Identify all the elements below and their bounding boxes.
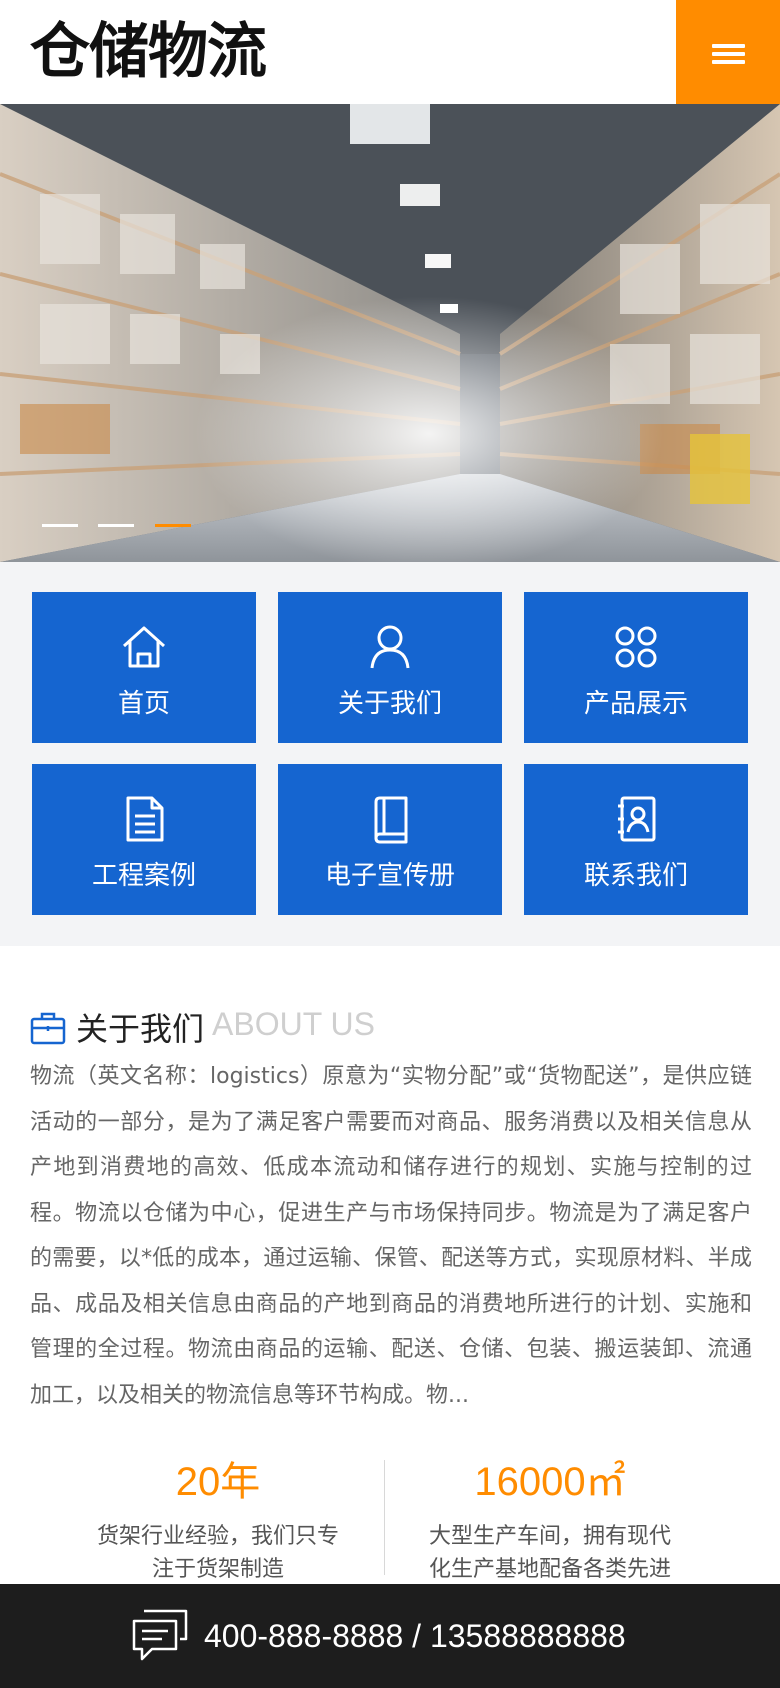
slide-dot-2[interactable] (98, 524, 134, 527)
tile-cases[interactable]: 工程案例 (32, 764, 256, 915)
tile-about[interactable]: 关于我们 (278, 592, 502, 743)
tile-label: 关于我们 (337, 689, 442, 719)
book-icon (374, 796, 408, 844)
chat-bubble-icon (132, 1609, 188, 1661)
grid-icon (615, 626, 657, 668)
document-icon (126, 796, 164, 842)
about-description: 物流（英文名称：logistics）原意为“实物分配”或“货物配送”，是供应链活… (30, 1064, 752, 1408)
tile-products[interactable]: 产品展示 (524, 592, 748, 743)
tile-brochure[interactable]: 电子宣传册 (278, 764, 502, 915)
footer-contact-bar[interactable]: 400-888-8888 / 13588888888 (0, 1584, 780, 1688)
about-title-en: ABOUT US (212, 1006, 375, 1042)
tile-label: 工程案例 (91, 861, 196, 891)
stat-experience: 20年 货架行业经验，我们只专注于货架制造 (68, 1452, 368, 1586)
hamburger-menu-icon (712, 44, 745, 48)
slide-dot-1[interactable] (42, 524, 78, 527)
phone-number[interactable]: 400-888-8888 / 13588888888 (204, 1612, 626, 1660)
user-icon (370, 625, 410, 669)
stat-description: 货架行业经验，我们只专注于货架制造 (96, 1524, 339, 1582)
warehouse-aisle-photo (0, 104, 780, 562)
briefcase-icon (30, 1012, 66, 1045)
tile-label: 电子宣传册 (324, 861, 455, 891)
site-logo[interactable]: 仓储物流 (30, 14, 267, 90)
hero-banner[interactable] (0, 104, 780, 562)
about-title-cn: 关于我们 (76, 1010, 205, 1048)
menu-button[interactable] (676, 0, 780, 104)
stat-number: 16000㎡ (474, 1460, 626, 1504)
stat-number: 20年 (175, 1460, 261, 1504)
tile-contact[interactable]: 联系我们 (524, 764, 748, 915)
tile-home[interactable]: 首页 (32, 592, 256, 743)
tile-label: 联系我们 (583, 861, 688, 891)
header: 仓储物流 (0, 0, 780, 104)
home-icon (122, 626, 166, 668)
stat-divider (384, 1460, 385, 1575)
tile-label: 首页 (117, 689, 170, 719)
tile-label: 产品展示 (583, 689, 688, 719)
slide-dot-3[interactable] (155, 524, 191, 527)
contact-card-icon (618, 796, 656, 842)
nav-grid: 首页 关于我们 产品展示 工程案例 电子宣传册 联系我们 (0, 562, 780, 946)
